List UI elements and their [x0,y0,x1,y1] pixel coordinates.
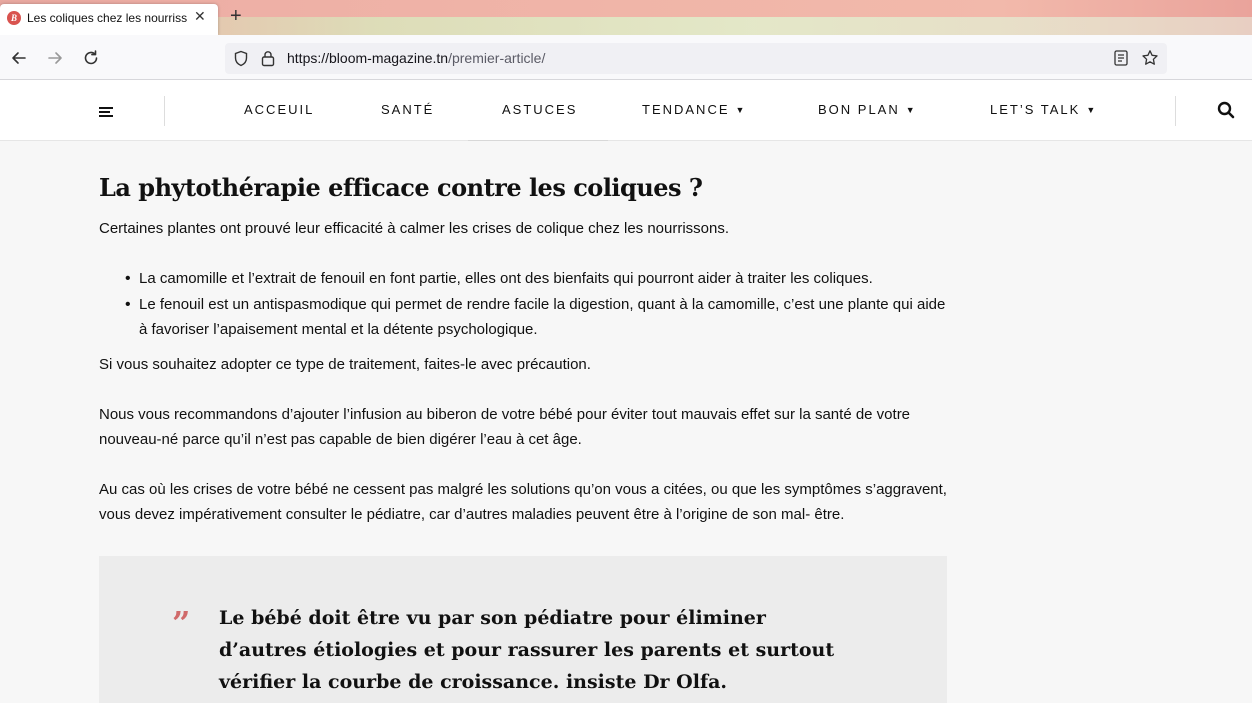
section-heading: La phytothérapie efficace contre les col… [99,173,703,202]
header-divider-left [164,96,165,126]
nav-item-tendance[interactable]: TENDANCE ▼ [642,102,746,117]
url-bar[interactable]: https://bloom-magazine.tn/premier-articl… [225,43,1167,74]
nav-item-astuces[interactable]: ASTUCES [502,102,577,117]
close-tab-icon[interactable]: ✕ [194,8,206,25]
forward-arrow-icon [48,52,62,64]
reload-button[interactable] [80,47,102,69]
bookmark-star-icon[interactable] [1141,49,1159,67]
chevron-down-icon: ▼ [905,105,917,115]
quote-text: Le bébé doit être vu par son pédiatre po… [219,607,835,693]
tab-title: Les coliques chez les nourrissons [27,11,187,25]
paragraph: Nous vous recommandons d’ajouter l’infus… [99,406,911,448]
url-domain: https://bloom-magazine.tn [287,50,449,66]
bullet-list: La camomille et l’extrait de fenouil en … [99,266,949,343]
url-text[interactable]: https://bloom-magazine.tn/premier-articl… [287,50,545,66]
nav-item-label: ACCEUIL [244,102,315,117]
nav-item-sante[interactable]: SANTÉ [381,102,434,117]
list-item: La camomille et l’extrait de fenouil en … [99,266,949,292]
intro-paragraph: Certaines plantes ont prouvé leur effica… [99,220,730,237]
quote-mark-icon: ” [172,604,191,642]
blockquote: ” Le bébé doit être vu par son pédiatre … [99,556,947,703]
nav-active-underline [468,140,608,141]
lock-icon[interactable] [261,50,275,67]
site-favicon-icon: B [7,11,21,25]
paragraph: Si vous souhaitez adopter ce type de tra… [99,356,591,373]
shield-icon[interactable] [233,50,249,67]
nav-item-label: LET’S TALK [990,102,1081,117]
nav-item-lets-talk[interactable]: LET’S TALK ▼ [990,102,1097,117]
back-arrow-icon [12,52,26,64]
chevron-down-icon: ▼ [1086,105,1098,115]
browser-tab[interactable]: B Les coliques chez les nourrissons ✕ [0,4,218,35]
reader-view-icon[interactable] [1114,50,1128,66]
chevron-down-icon: ▼ [735,105,747,115]
new-tab-button[interactable]: + [230,6,242,26]
article-body: La phytothérapie efficace contre les col… [99,170,949,523]
url-path: /premier-article/ [448,50,546,66]
back-button[interactable] [8,47,30,69]
nav-item-acceuil[interactable]: ACCEUIL [244,102,314,117]
nav-item-label: TENDANCE [642,102,730,117]
paragraph: Au cas où les crises de votre bébé ne ce… [99,481,947,523]
browser-tab-bar: B Les coliques chez les nourrissons ✕ + [0,0,1252,35]
reload-icon [84,50,98,65]
search-icon[interactable] [1217,101,1235,119]
nav-item-label: BON PLAN [818,102,900,117]
list-item: Le fenouil est un antispasmodique qui pe… [99,292,949,343]
site-header: ACCEUIL SANTÉ ASTUCES TENDANCE ▼ BON PLAN… [0,80,1252,141]
forward-button[interactable] [44,47,66,69]
header-divider-right [1175,96,1176,126]
nav-item-bon-plan[interactable]: BON PLAN ▼ [818,102,917,117]
menu-icon[interactable] [99,107,113,117]
nav-item-label: ASTUCES [502,102,578,117]
nav-item-label: SANTÉ [381,102,435,117]
browser-toolbar: https://bloom-magazine.tn/premier-articl… [0,35,1252,80]
